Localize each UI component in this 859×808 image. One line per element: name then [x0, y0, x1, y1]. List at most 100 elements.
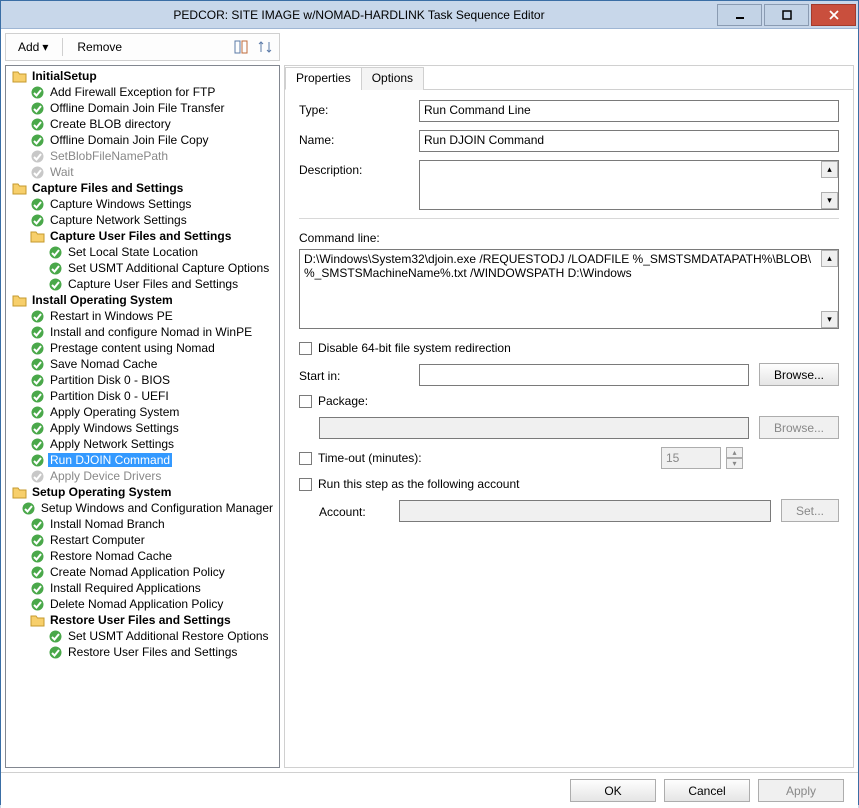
step-ok-icon: [30, 421, 45, 436]
step-ok-icon: [30, 597, 45, 612]
step-ok-icon: [30, 101, 45, 116]
step-ok-icon: [48, 629, 63, 644]
disabled-step-icon: [30, 469, 45, 484]
task-sequence-editor-window: PEDCOR: SITE IMAGE w/NOMAD-HARDLINK Task…: [0, 0, 859, 805]
tree-item[interactable]: Run DJOIN Command: [6, 452, 279, 468]
tree-item[interactable]: Apply Network Settings: [6, 436, 279, 452]
name-field[interactable]: Run DJOIN Command: [419, 130, 839, 152]
package-checkbox[interactable]: [299, 395, 312, 408]
tree-item[interactable]: Offline Domain Join File Copy: [6, 132, 279, 148]
tree-item[interactable]: Delete Nomad Application Policy: [6, 596, 279, 612]
step-ok-icon: [48, 645, 63, 660]
tree-item[interactable]: Prestage content using Nomad: [6, 340, 279, 356]
scroll-up-icon[interactable]: ▴: [821, 161, 838, 178]
properties-icon[interactable]: [233, 39, 249, 55]
tree-item[interactable]: Create Nomad Application Policy: [6, 564, 279, 580]
tree-item[interactable]: Add Firewall Exception for FTP: [6, 84, 279, 100]
description-label: Description:: [299, 160, 419, 177]
tree-item[interactable]: Restore User Files and Settings: [6, 612, 279, 628]
tree-item[interactable]: Restore Nomad Cache: [6, 548, 279, 564]
tree-item[interactable]: Partition Disk 0 - BIOS: [6, 372, 279, 388]
scroll-down-icon[interactable]: ▾: [821, 192, 838, 209]
tree-item[interactable]: InitialSetup: [6, 68, 279, 84]
tree-item[interactable]: Capture Files and Settings: [6, 180, 279, 196]
tree-item-label: Apply Windows Settings: [48, 421, 181, 435]
tab-properties[interactable]: Properties: [285, 67, 362, 90]
tree-item-label: Wait: [48, 165, 76, 179]
tree-item[interactable]: Capture Windows Settings: [6, 196, 279, 212]
tree-item-label: Prestage content using Nomad: [48, 341, 217, 355]
account-label: Account:: [319, 502, 399, 519]
step-ok-icon: [30, 325, 45, 340]
tree-item[interactable]: Capture User Files and Settings: [6, 276, 279, 292]
tree-item[interactable]: Install Operating System: [6, 292, 279, 308]
tree-item[interactable]: Capture User Files and Settings: [6, 228, 279, 244]
timeout-checkbox[interactable]: [299, 452, 312, 465]
tree-item-label: Install Nomad Branch: [48, 517, 167, 531]
tree-item[interactable]: SetBlobFileNamePath: [6, 148, 279, 164]
cancel-button[interactable]: Cancel: [664, 779, 750, 802]
apply-button: Apply: [758, 779, 844, 802]
tree-item-label: Setup Operating System: [30, 485, 173, 499]
close-button[interactable]: [811, 4, 856, 26]
tree-item[interactable]: Restart in Windows PE: [6, 308, 279, 324]
tree-item-label: Restore Nomad Cache: [48, 549, 174, 563]
ok-button[interactable]: OK: [570, 779, 656, 802]
tree-item-label: Capture Windows Settings: [48, 197, 193, 211]
step-ok-icon: [30, 373, 45, 388]
runas-checkbox[interactable]: [299, 478, 312, 491]
tree-item[interactable]: Restore User Files and Settings: [6, 644, 279, 660]
tree-item-label: Partition Disk 0 - BIOS: [48, 373, 172, 387]
task-sequence-tree[interactable]: InitialSetupAdd Firewall Exception for F…: [5, 65, 280, 768]
tree-item[interactable]: Apply Device Drivers: [6, 468, 279, 484]
step-ok-icon: [30, 85, 45, 100]
tree-item[interactable]: Capture Network Settings: [6, 212, 279, 228]
tab-options[interactable]: Options: [361, 67, 424, 90]
step-ok-icon: [48, 277, 63, 292]
tree-item[interactable]: Setup Operating System: [6, 484, 279, 500]
browse-startin-button[interactable]: Browse...: [759, 363, 839, 386]
step-ok-icon: [30, 197, 45, 212]
add-button[interactable]: Add▾: [12, 38, 54, 56]
step-ok-icon: [48, 245, 63, 260]
titlebar[interactable]: PEDCOR: SITE IMAGE w/NOMAD-HARDLINK Task…: [1, 1, 858, 29]
cmdline-label: Command line:: [299, 231, 839, 245]
tree-item[interactable]: Restart Computer: [6, 532, 279, 548]
tree-item-label: Apply Device Drivers: [48, 469, 163, 483]
tree-item[interactable]: Set Local State Location: [6, 244, 279, 260]
tree-item[interactable]: Offline Domain Join File Transfer: [6, 100, 279, 116]
tree-item[interactable]: Install Required Applications: [6, 580, 279, 596]
tree-item-label: Run DJOIN Command: [48, 453, 172, 467]
tree-item-label: Install Required Applications: [48, 581, 203, 595]
tree-item[interactable]: Setup Windows and Configuration Manager: [6, 500, 279, 516]
startin-field[interactable]: [419, 364, 749, 386]
tree-item-label: Offline Domain Join File Copy: [48, 133, 211, 147]
scroll-up-icon[interactable]: ▴: [821, 250, 838, 267]
reorder-icon[interactable]: [257, 39, 273, 55]
tree-item[interactable]: Set USMT Additional Restore Options: [6, 628, 279, 644]
tree-item[interactable]: Install and configure Nomad in WinPE: [6, 324, 279, 340]
cmdline-field[interactable]: D:\Windows\System32\djoin.exe /REQUESTOD…: [299, 249, 839, 329]
window-title: PEDCOR: SITE IMAGE w/NOMAD-HARDLINK Task…: [1, 8, 717, 22]
step-ok-icon: [30, 357, 45, 372]
scroll-down-icon[interactable]: ▾: [821, 311, 838, 328]
folder-icon: [12, 69, 27, 84]
properties-panel: Properties Options Type: Run Command Lin…: [284, 65, 854, 768]
remove-button[interactable]: Remove: [71, 38, 128, 56]
tree-item-label: Add Firewall Exception for FTP: [48, 85, 217, 99]
tree-item[interactable]: Set USMT Additional Capture Options: [6, 260, 279, 276]
tree-item[interactable]: Wait: [6, 164, 279, 180]
tree-item[interactable]: Install Nomad Branch: [6, 516, 279, 532]
type-field: Run Command Line: [419, 100, 839, 122]
tree-item[interactable]: Partition Disk 0 - UEFI: [6, 388, 279, 404]
type-label: Type:: [299, 100, 419, 117]
tree-item-label: Set USMT Additional Restore Options: [66, 629, 271, 643]
disable64-checkbox[interactable]: [299, 342, 312, 355]
minimize-button[interactable]: [717, 4, 762, 26]
maximize-button[interactable]: [764, 4, 809, 26]
tree-item[interactable]: Apply Operating System: [6, 404, 279, 420]
tree-item[interactable]: Apply Windows Settings: [6, 420, 279, 436]
tree-item[interactable]: Create BLOB directory: [6, 116, 279, 132]
description-field[interactable]: ▴▾: [419, 160, 839, 210]
tree-item[interactable]: Save Nomad Cache: [6, 356, 279, 372]
